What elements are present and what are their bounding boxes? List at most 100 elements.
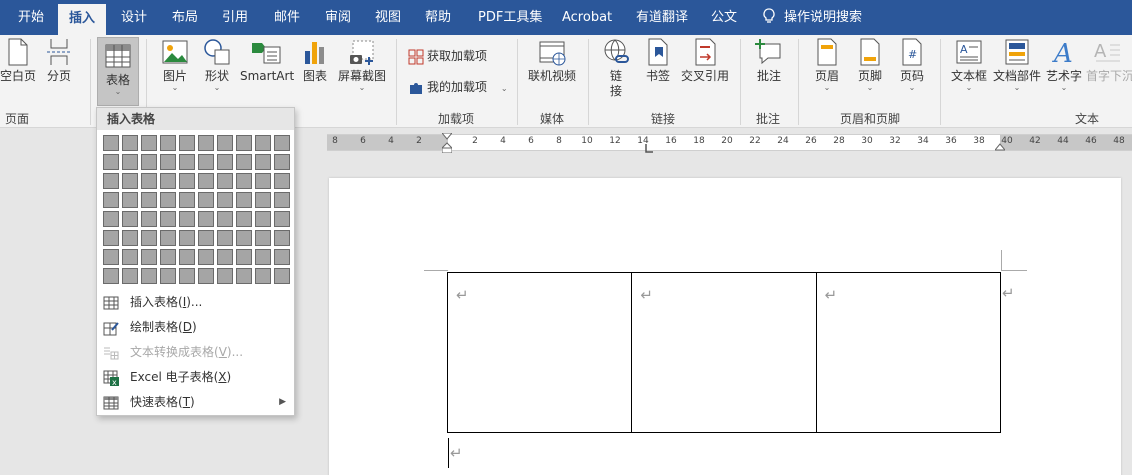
grid-cell[interactable]: [179, 211, 195, 227]
screenshot-button[interactable]: 屏幕截图 ⌄: [336, 37, 388, 92]
grid-cell[interactable]: [274, 135, 290, 151]
grid-cell[interactable]: [198, 154, 214, 170]
grid-cell[interactable]: [198, 173, 214, 189]
grid-cell[interactable]: [255, 173, 271, 189]
grid-cell[interactable]: [255, 135, 271, 151]
grid-cell[interactable]: [179, 173, 195, 189]
grid-cell[interactable]: [255, 154, 271, 170]
wordart-button[interactable]: A 艺术字 ⌄: [1046, 37, 1082, 92]
grid-cell[interactable]: [236, 135, 252, 151]
tab-pdf-tools[interactable]: PDF工具集: [478, 0, 542, 35]
grid-cell[interactable]: [274, 211, 290, 227]
link-button[interactable]: 链接: [600, 37, 632, 99]
grid-cell[interactable]: [198, 211, 214, 227]
grid-cell[interactable]: [217, 230, 233, 246]
grid-cell[interactable]: [274, 192, 290, 208]
grid-cell[interactable]: [122, 211, 138, 227]
grid-cell[interactable]: [179, 230, 195, 246]
grid-cell[interactable]: [103, 154, 119, 170]
grid-cell[interactable]: [236, 192, 252, 208]
grid-cell[interactable]: [198, 192, 214, 208]
drop-cap-button[interactable]: A 首字下沉: [1086, 37, 1132, 84]
grid-cell[interactable]: [160, 135, 176, 151]
grid-cell[interactable]: [141, 154, 157, 170]
comment-button[interactable]: 批注: [752, 37, 786, 84]
grid-cell[interactable]: [160, 268, 176, 284]
grid-cell[interactable]: [160, 154, 176, 170]
table-cell[interactable]: ↵: [815, 272, 1002, 433]
tab-review[interactable]: 审阅: [325, 0, 351, 35]
chart-button[interactable]: 图表: [300, 37, 330, 84]
quick-parts-button[interactable]: 文档部件 ⌄: [992, 37, 1042, 92]
grid-cell[interactable]: [160, 173, 176, 189]
grid-cell[interactable]: [122, 135, 138, 151]
tab-help[interactable]: 帮助: [425, 0, 451, 35]
grid-cell[interactable]: [179, 268, 195, 284]
tab-youdao[interactable]: 有道翻译: [636, 0, 688, 35]
blank-page-button[interactable]: 空白页: [0, 37, 38, 84]
grid-cell[interactable]: [103, 173, 119, 189]
document-table[interactable]: ↵ ↵ ↵: [446, 272, 1002, 433]
grid-cell[interactable]: [122, 192, 138, 208]
grid-cell[interactable]: [103, 135, 119, 151]
grid-cell[interactable]: [274, 268, 290, 284]
grid-cell[interactable]: [217, 192, 233, 208]
tab-design[interactable]: 设计: [121, 0, 147, 35]
grid-cell[interactable]: [103, 211, 119, 227]
grid-cell[interactable]: [179, 249, 195, 265]
grid-cell[interactable]: [255, 192, 271, 208]
grid-cell[interactable]: [103, 192, 119, 208]
cross-reference-button[interactable]: 交叉引用: [679, 37, 731, 84]
bookmark-button[interactable]: 书签: [643, 37, 673, 84]
my-addins-button[interactable]: 我的加载项 ⌄: [408, 77, 508, 97]
grid-cell[interactable]: [255, 230, 271, 246]
grid-cell[interactable]: [236, 211, 252, 227]
grid-cell[interactable]: [236, 154, 252, 170]
tab-mailings[interactable]: 邮件: [274, 0, 300, 35]
grid-cell[interactable]: [217, 135, 233, 151]
table-button[interactable]: 表格 ⌄: [97, 37, 139, 106]
grid-cell[interactable]: [122, 230, 138, 246]
grid-cell[interactable]: [236, 268, 252, 284]
menu-item-draw-table[interactable]: 绘制表格(D): [97, 315, 294, 340]
grid-cell[interactable]: [217, 154, 233, 170]
grid-cell[interactable]: [255, 211, 271, 227]
indent-marker-icon[interactable]: [442, 133, 452, 153]
grid-cell[interactable]: [160, 211, 176, 227]
tab-view[interactable]: 视图: [375, 0, 401, 35]
grid-cell[interactable]: [179, 192, 195, 208]
grid-cell[interactable]: [160, 249, 176, 265]
tab-acrobat[interactable]: Acrobat: [562, 0, 612, 35]
grid-cell[interactable]: [217, 249, 233, 265]
page-number-button[interactable]: # 页码 ⌄: [896, 37, 928, 92]
grid-cell[interactable]: [198, 135, 214, 151]
grid-cell[interactable]: [274, 249, 290, 265]
get-addins-button[interactable]: 获取加载项: [408, 46, 487, 66]
tab-insert[interactable]: 插入: [58, 4, 107, 35]
smartart-button[interactable]: SmartArt: [240, 37, 294, 84]
grid-cell[interactable]: [236, 249, 252, 265]
pictures-button[interactable]: 图片 ⌄: [160, 37, 190, 92]
tab-official-doc[interactable]: 公文: [711, 0, 737, 35]
grid-cell[interactable]: [198, 230, 214, 246]
grid-cell[interactable]: [141, 249, 157, 265]
textbox-button[interactable]: A 文本框 ⌄: [950, 37, 988, 92]
grid-cell[interactable]: [274, 154, 290, 170]
grid-cell[interactable]: [141, 230, 157, 246]
grid-cell[interactable]: [122, 173, 138, 189]
shapes-button[interactable]: 形状 ⌄: [200, 37, 234, 92]
table-size-grid[interactable]: [103, 135, 291, 287]
tab-references[interactable]: 引用: [222, 0, 248, 35]
grid-cell[interactable]: [217, 211, 233, 227]
grid-cell[interactable]: [141, 192, 157, 208]
grid-cell[interactable]: [217, 268, 233, 284]
right-indent-marker-icon[interactable]: [995, 140, 1005, 160]
grid-cell[interactable]: [103, 230, 119, 246]
header-button[interactable]: 页眉 ⌄: [811, 37, 843, 92]
grid-cell[interactable]: [274, 230, 290, 246]
table-cell[interactable]: ↵: [631, 272, 817, 433]
tell-me-search[interactable]: 操作说明搜索: [762, 0, 862, 35]
grid-cell[interactable]: [141, 268, 157, 284]
grid-cell[interactable]: [160, 230, 176, 246]
tab-home[interactable]: 开始: [18, 0, 44, 35]
